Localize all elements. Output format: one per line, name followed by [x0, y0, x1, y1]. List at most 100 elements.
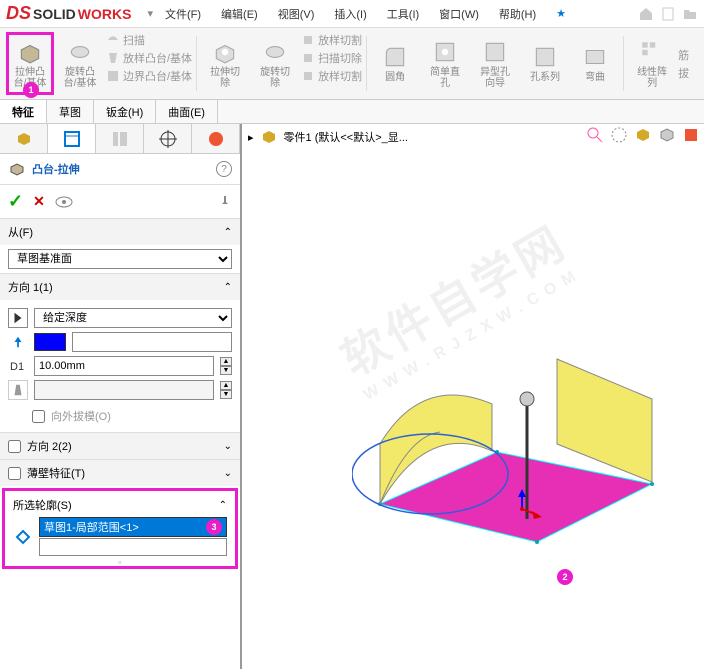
origin-triad-icon — [502, 489, 542, 529]
chevron-down-icon: ⌄ — [224, 468, 232, 479]
pattern-label: 线性阵 列 — [637, 67, 667, 89]
direction-arrow-icon — [8, 332, 28, 352]
cut-loft-button[interactable]: 扫描切除 — [301, 50, 362, 66]
tab-surface[interactable]: 曲面(E) — [156, 100, 218, 123]
pin-icon[interactable] — [218, 195, 232, 209]
dir2-checkbox[interactable] — [8, 440, 21, 453]
logo-text-works: WORKS — [78, 6, 132, 22]
display-style-icon[interactable] — [682, 126, 700, 144]
menu-tools[interactable]: 工具(I) — [379, 3, 427, 25]
expand-icon[interactable]: ▸ — [248, 131, 254, 144]
fillet-label: 圆角 — [385, 72, 405, 83]
cut-extrude-icon — [212, 39, 238, 65]
menu-insert[interactable]: 插入(I) — [326, 3, 374, 25]
ok-button[interactable]: ✓ — [8, 191, 23, 212]
open-icon[interactable] — [682, 6, 698, 22]
menu-window[interactable]: 窗口(W) — [431, 3, 487, 25]
cut-boundary-icon — [301, 69, 315, 83]
appearance-icon — [207, 130, 225, 148]
cancel-button[interactable]: ✕ — [33, 193, 45, 210]
draft-icon[interactable] — [8, 380, 28, 400]
tab-sketch[interactable]: 草图 — [47, 100, 94, 123]
section-view-icon[interactable] — [634, 126, 652, 144]
menu-edit[interactable]: 编辑(E) — [213, 3, 266, 25]
thin-header[interactable]: 薄壁特征(T)⌄ — [0, 460, 240, 486]
graphics-viewport[interactable]: ▸ 零件1 (默认<<默认>_显... — [242, 124, 704, 669]
depth-input[interactable] — [34, 356, 214, 376]
cube-icon[interactable] — [658, 126, 676, 144]
hole-series-button[interactable]: 孔系列 — [521, 32, 569, 95]
loft-icon — [106, 51, 120, 65]
cut-loft-icon — [301, 51, 315, 65]
property-icon — [63, 130, 81, 148]
draft-button[interactable]: 拔 — [678, 65, 689, 81]
tab-feature[interactable]: 特征 — [0, 100, 47, 123]
reverse-direction-icon[interactable] — [8, 308, 28, 328]
wrap-button[interactable]: 弯曲 — [571, 32, 619, 95]
color-swatch[interactable] — [34, 333, 66, 351]
home-icon[interactable] — [638, 6, 654, 22]
property-tab[interactable] — [48, 124, 96, 153]
pattern-button[interactable]: 线性阵 列 — [628, 32, 676, 95]
end-condition-combo[interactable]: 给定深度 — [34, 308, 232, 328]
contour-selection-item[interactable]: 草图1-局部范围<1> 3 — [39, 517, 227, 537]
draft-spinner[interactable]: ▲▼ — [220, 381, 232, 399]
app-logo: DS SOLIDWORKS — [6, 3, 131, 24]
config-tab[interactable] — [96, 124, 144, 153]
boundary-button[interactable]: 边界凸台/基体 — [106, 68, 192, 84]
extrude-boss-button[interactable]: 拉伸凸 台/基体 1 — [6, 32, 54, 95]
from-combo[interactable]: 草图基准面 — [8, 249, 232, 269]
appearance-tab[interactable] — [192, 124, 240, 153]
dir1-header[interactable]: 方向 1(1)⌃ — [0, 274, 240, 300]
simple-hole-button[interactable]: 简单直 孔 — [421, 32, 469, 95]
quick-access-toolbar — [638, 6, 698, 22]
file-dropdown-icon[interactable]: ▾ — [147, 7, 153, 20]
menu-help[interactable]: 帮助(H) — [491, 3, 544, 25]
chevron-up-icon: ⌃ — [224, 227, 232, 238]
menu-star[interactable]: ★ — [548, 4, 574, 23]
help-icon[interactable]: ? — [216, 161, 232, 177]
fillet-button[interactable]: 圆角 — [371, 32, 419, 95]
dimxpert-tab[interactable] — [144, 124, 192, 153]
direction-vector-input[interactable] — [72, 332, 232, 352]
cut-subgroup: 放样切割 扫描切除 放样切割 — [301, 32, 362, 84]
menu-view[interactable]: 视图(V) — [270, 3, 323, 25]
contour-empty-row[interactable] — [39, 538, 227, 556]
hole-wizard-button[interactable]: 异型孔 向导 — [471, 32, 519, 95]
flyout-tree[interactable]: ▸ 零件1 (默认<<默认>_显... — [248, 128, 408, 146]
sweep-button[interactable]: 扫描 — [106, 32, 192, 48]
draft-outward-checkbox[interactable] — [32, 410, 45, 423]
loft-button[interactable]: 放样凸台/基体 — [106, 50, 192, 66]
config-icon — [111, 130, 129, 148]
wrap-icon — [582, 44, 608, 70]
chevron-up-icon: ⌃ — [219, 500, 227, 511]
chevron-up-icon: ⌃ — [224, 282, 232, 293]
dir2-header[interactable]: 方向 2(2)⌄ — [0, 433, 240, 459]
from-header[interactable]: 从(F)⌃ — [0, 219, 240, 245]
draft-angle-input[interactable] — [34, 380, 214, 400]
new-icon[interactable] — [660, 6, 676, 22]
main-area: 凸台-拉伸 ? ✓ ✕ 从(F)⌃ 草图基准面 方向 1(1)⌃ 给定深度 — [0, 124, 704, 669]
thin-checkbox[interactable] — [8, 467, 21, 480]
feature-tree-tab[interactable] — [0, 124, 48, 153]
depth-spinner[interactable]: ▲▼ — [220, 357, 232, 375]
zoom-fit-icon[interactable] — [586, 126, 604, 144]
revolve-boss-button[interactable]: 旋转凸 台/基体 — [56, 32, 104, 95]
menu-file[interactable]: 文件(F) — [157, 3, 209, 25]
cut-sweep-button[interactable]: 放样切割 — [301, 32, 362, 48]
cut-boundary-button[interactable]: 放样切割 — [301, 68, 362, 84]
rib-button[interactable]: 筋 — [678, 47, 689, 63]
extrude-feature-icon — [8, 160, 26, 178]
preview-icon[interactable] — [55, 196, 73, 208]
cut-revolve-button[interactable]: 旋转切 除 — [251, 32, 299, 95]
logo-text-solid: SOLID — [33, 6, 76, 22]
contour-header[interactable]: 所选轮廓(S)⌃ — [13, 497, 227, 513]
cut-extrude-button[interactable]: 拉伸切 除 — [201, 32, 249, 95]
draft-outward-label: 向外拔模(O) — [51, 408, 111, 424]
property-manager: 凸台-拉伸 ? ✓ ✕ 从(F)⌃ 草图基准面 方向 1(1)⌃ 给定深度 — [0, 124, 242, 669]
tab-sheetmetal[interactable]: 钣金(H) — [94, 100, 156, 123]
zoom-area-icon[interactable] — [610, 126, 628, 144]
revolve-label: 旋转凸 台/基体 — [64, 67, 97, 89]
resize-grip-icon[interactable]: ◦ — [100, 560, 140, 566]
cube-icon — [15, 130, 33, 148]
